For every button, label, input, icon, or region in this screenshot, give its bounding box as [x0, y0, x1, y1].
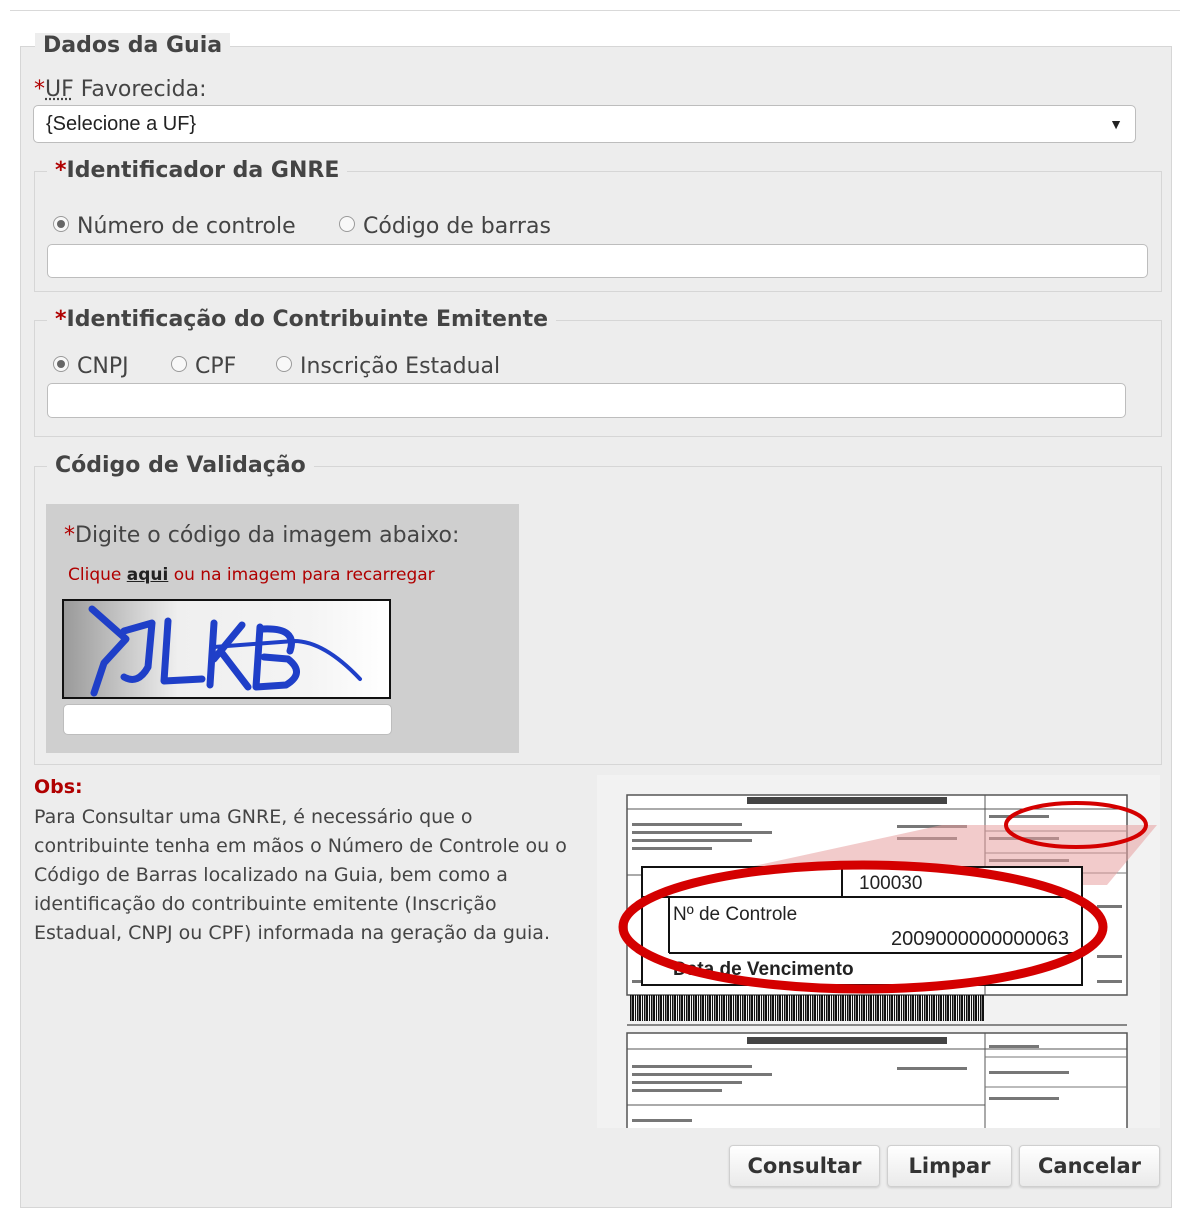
sample-controle-value: 2009000000000063	[891, 928, 1069, 950]
contribuinte-legend: *Identificação do Contribuinte Emitente	[47, 307, 557, 333]
uf-select-value: {Selecione a UF}	[46, 113, 197, 135]
captcha-glyphs	[88, 605, 362, 697]
dropdown-arrow-icon: ▼	[1109, 116, 1123, 132]
consultar-button[interactable]: Consultar	[729, 1145, 880, 1187]
radio-numero-controle[interactable]	[53, 216, 69, 232]
required-mark: *	[34, 77, 45, 102]
reload-suffix: ou na imagem para recarregar	[168, 565, 435, 585]
obs-title: Obs:	[34, 776, 83, 798]
radio-cnpj-label[interactable]: CNPJ	[77, 354, 129, 379]
radio-inscricao-estadual[interactable]	[276, 356, 292, 372]
obs-text: Para Consultar uma GNRE, é necessário qu…	[34, 806, 567, 944]
uf-select[interactable]: {Selecione a UF} ▼	[33, 105, 1136, 143]
dados-da-guia-legend: Dados da Guia	[35, 33, 231, 59]
sample-code: 100030	[859, 873, 922, 894]
required-mark: *	[55, 158, 67, 183]
gnre-identifier-input[interactable]	[47, 244, 1148, 278]
required-mark: *	[64, 523, 75, 548]
radio-codigo-barras-label[interactable]: Código de barras	[363, 214, 551, 239]
limpar-button[interactable]: Limpar	[887, 1145, 1012, 1187]
uf-label: *UF Favorecida:	[34, 77, 207, 102]
radio-numero-controle-label[interactable]: Número de controle	[77, 214, 296, 239]
uf-label-text: Favorecida:	[73, 77, 207, 102]
validacao-legend: Código de Validação	[47, 453, 314, 479]
captcha-prompt: *Digite o código da imagem abaixo:	[64, 523, 459, 548]
barcode	[629, 995, 984, 1021]
captcha-image[interactable]	[62, 599, 391, 699]
captcha-prompt-text: Digite o código da imagem abaixo:	[75, 523, 460, 548]
required-mark: *	[55, 307, 67, 332]
radio-codigo-barras[interactable]	[339, 216, 355, 232]
contribuinte-legend-text: Identificação do Contribuinte Emitente	[66, 307, 549, 332]
gnre-sample-image: 100030 Nº de Controle 2009000000000063 D…	[597, 775, 1160, 1128]
radio-inscricao-estadual-label[interactable]: Inscrição Estadual	[300, 354, 500, 379]
contribuinte-document-input[interactable]	[47, 383, 1126, 418]
reload-prefix: Clique	[68, 565, 127, 585]
uf-abbr: UF	[45, 77, 74, 102]
gnre-legend: *Identificador da GNRE	[47, 158, 348, 184]
radio-cpf[interactable]	[171, 356, 187, 372]
sample-controle-label: Nº de Controle	[673, 904, 797, 925]
captcha-reload-link[interactable]: aqui	[127, 565, 169, 585]
radio-cnpj[interactable]	[53, 356, 69, 372]
captcha-reload-text: Clique aqui ou na imagem para recarregar	[68, 565, 435, 585]
captcha-input[interactable]	[63, 704, 392, 735]
gnre-legend-text: Identificador da GNRE	[66, 158, 340, 183]
top-divider	[10, 10, 1180, 11]
radio-cpf-label[interactable]: CPF	[195, 354, 236, 379]
cancelar-button[interactable]: Cancelar	[1019, 1145, 1160, 1187]
gnre-sample-illustration: 100030 Nº de Controle 2009000000000063 D…	[618, 794, 1157, 1128]
